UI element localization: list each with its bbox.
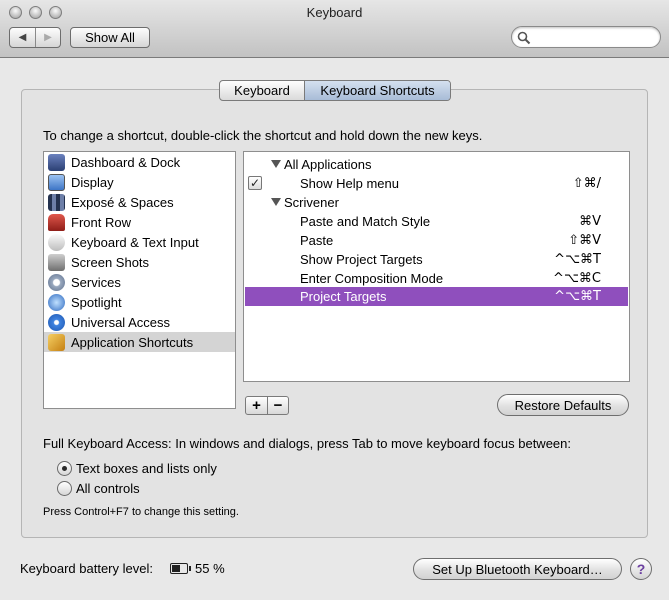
category-spotlight[interactable]: Spotlight [44,292,235,312]
battery-level-value: 55 % [195,561,225,576]
add-remove-buttons: + − [245,396,289,415]
battery-level-label: Keyboard battery level: [20,561,153,576]
category-expose-spaces[interactable]: Exposé & Spaces [44,192,235,212]
category-dashboard-dock[interactable]: Dashboard & Dock [44,152,235,172]
category-application-shortcuts[interactable]: Application Shortcuts [44,332,235,352]
radio-label[interactable]: Text boxes and lists only [76,461,217,476]
instructions-text: To change a shortcut, double-click the s… [43,128,483,143]
radio-label[interactable]: All controls [76,481,140,496]
tab-keyboard-shortcuts[interactable]: Keyboard Shortcuts [304,81,450,100]
front-row-icon [48,213,65,231]
category-keyboard-text-input[interactable]: Keyboard & Text Input [44,232,235,252]
shortcut-key[interactable]: ⇧⌘/ [573,176,601,191]
battery-icon [170,563,191,574]
shortcut-key[interactable]: ^⌥⌘C [553,271,601,286]
shortcut-row[interactable]: Paste and Match Style ⌘V [244,212,629,231]
screenshot-icon [48,253,65,271]
navigation-buttons: ◀ ▶ [9,27,61,48]
tab-keyboard[interactable]: Keyboard [220,81,304,100]
back-arrow-icon[interactable]: ◀ [10,28,35,47]
disclosure-triangle-icon[interactable] [271,160,281,168]
add-shortcut-button[interactable]: + [246,397,267,414]
enable-checkbox[interactable]: ✓ [248,176,262,190]
display-icon [48,173,65,191]
search-icon [517,31,531,45]
dashboard-dock-icon [48,153,65,171]
universal-access-icon [48,313,65,331]
app-shortcuts-icon [48,333,65,351]
shortcuts-list: All Applications ✓ Show Help menu ⇧⌘/ Sc… [243,151,630,382]
keyboard-access-note: Press Control+F7 to change this setting. [43,506,239,518]
radio-text-boxes-lists[interactable] [57,461,72,476]
category-screen-shots[interactable]: Screen Shots [44,252,235,272]
forward-arrow-icon[interactable]: ▶ [34,28,60,47]
tab-bar: Keyboard Keyboard Shortcuts [219,80,451,101]
window-title: Keyboard [306,5,363,20]
full-keyboard-access-label: Full Keyboard Access: In windows and dia… [43,436,571,451]
search-field[interactable] [511,26,661,48]
shortcut-row-selected[interactable]: Project Targets ^⌥⌘T [245,287,628,306]
window-toolbar: Keyboard ◀ ▶ Show All [0,0,669,58]
spotlight-icon [48,293,65,311]
shortcut-key[interactable]: ^⌥⌘T [554,289,601,304]
category-universal-access[interactable]: Universal Access [44,312,235,332]
shortcut-row-show-help-menu[interactable]: ✓ Show Help menu ⇧⌘/ [244,174,629,193]
category-display[interactable]: Display [44,172,235,192]
show-all-button[interactable]: Show All [70,27,150,48]
disclosure-triangle-icon[interactable] [271,198,281,206]
gear-icon [48,273,65,291]
setup-bluetooth-keyboard-button[interactable]: Set Up Bluetooth Keyboard… [413,558,622,580]
shortcut-row[interactable]: Enter Composition Mode ^⌥⌘C [244,269,629,288]
category-list: Dashboard & Dock Display Exposé & Spaces… [43,151,236,409]
category-front-row[interactable]: Front Row [44,212,235,232]
group-row-all-applications[interactable]: All Applications [244,155,629,174]
shortcut-row[interactable]: Paste ⇧⌘V [244,231,629,250]
keyboard-icon [48,233,65,251]
group-row-scrivener[interactable]: Scrivener [244,193,629,212]
help-button[interactable]: ? [630,558,652,580]
shortcut-row[interactable]: Show Project Targets ^⌥⌘T [244,250,629,269]
radio-all-controls[interactable] [57,481,72,496]
remove-shortcut-button[interactable]: − [266,397,288,414]
category-services[interactable]: Services [44,272,235,292]
shortcut-key[interactable]: ⇧⌘V [568,233,601,248]
shortcut-key[interactable]: ⌘V [579,214,601,229]
expose-spaces-icon [48,193,65,211]
restore-defaults-button[interactable]: Restore Defaults [497,394,629,416]
shortcut-key[interactable]: ^⌥⌘T [554,252,601,267]
